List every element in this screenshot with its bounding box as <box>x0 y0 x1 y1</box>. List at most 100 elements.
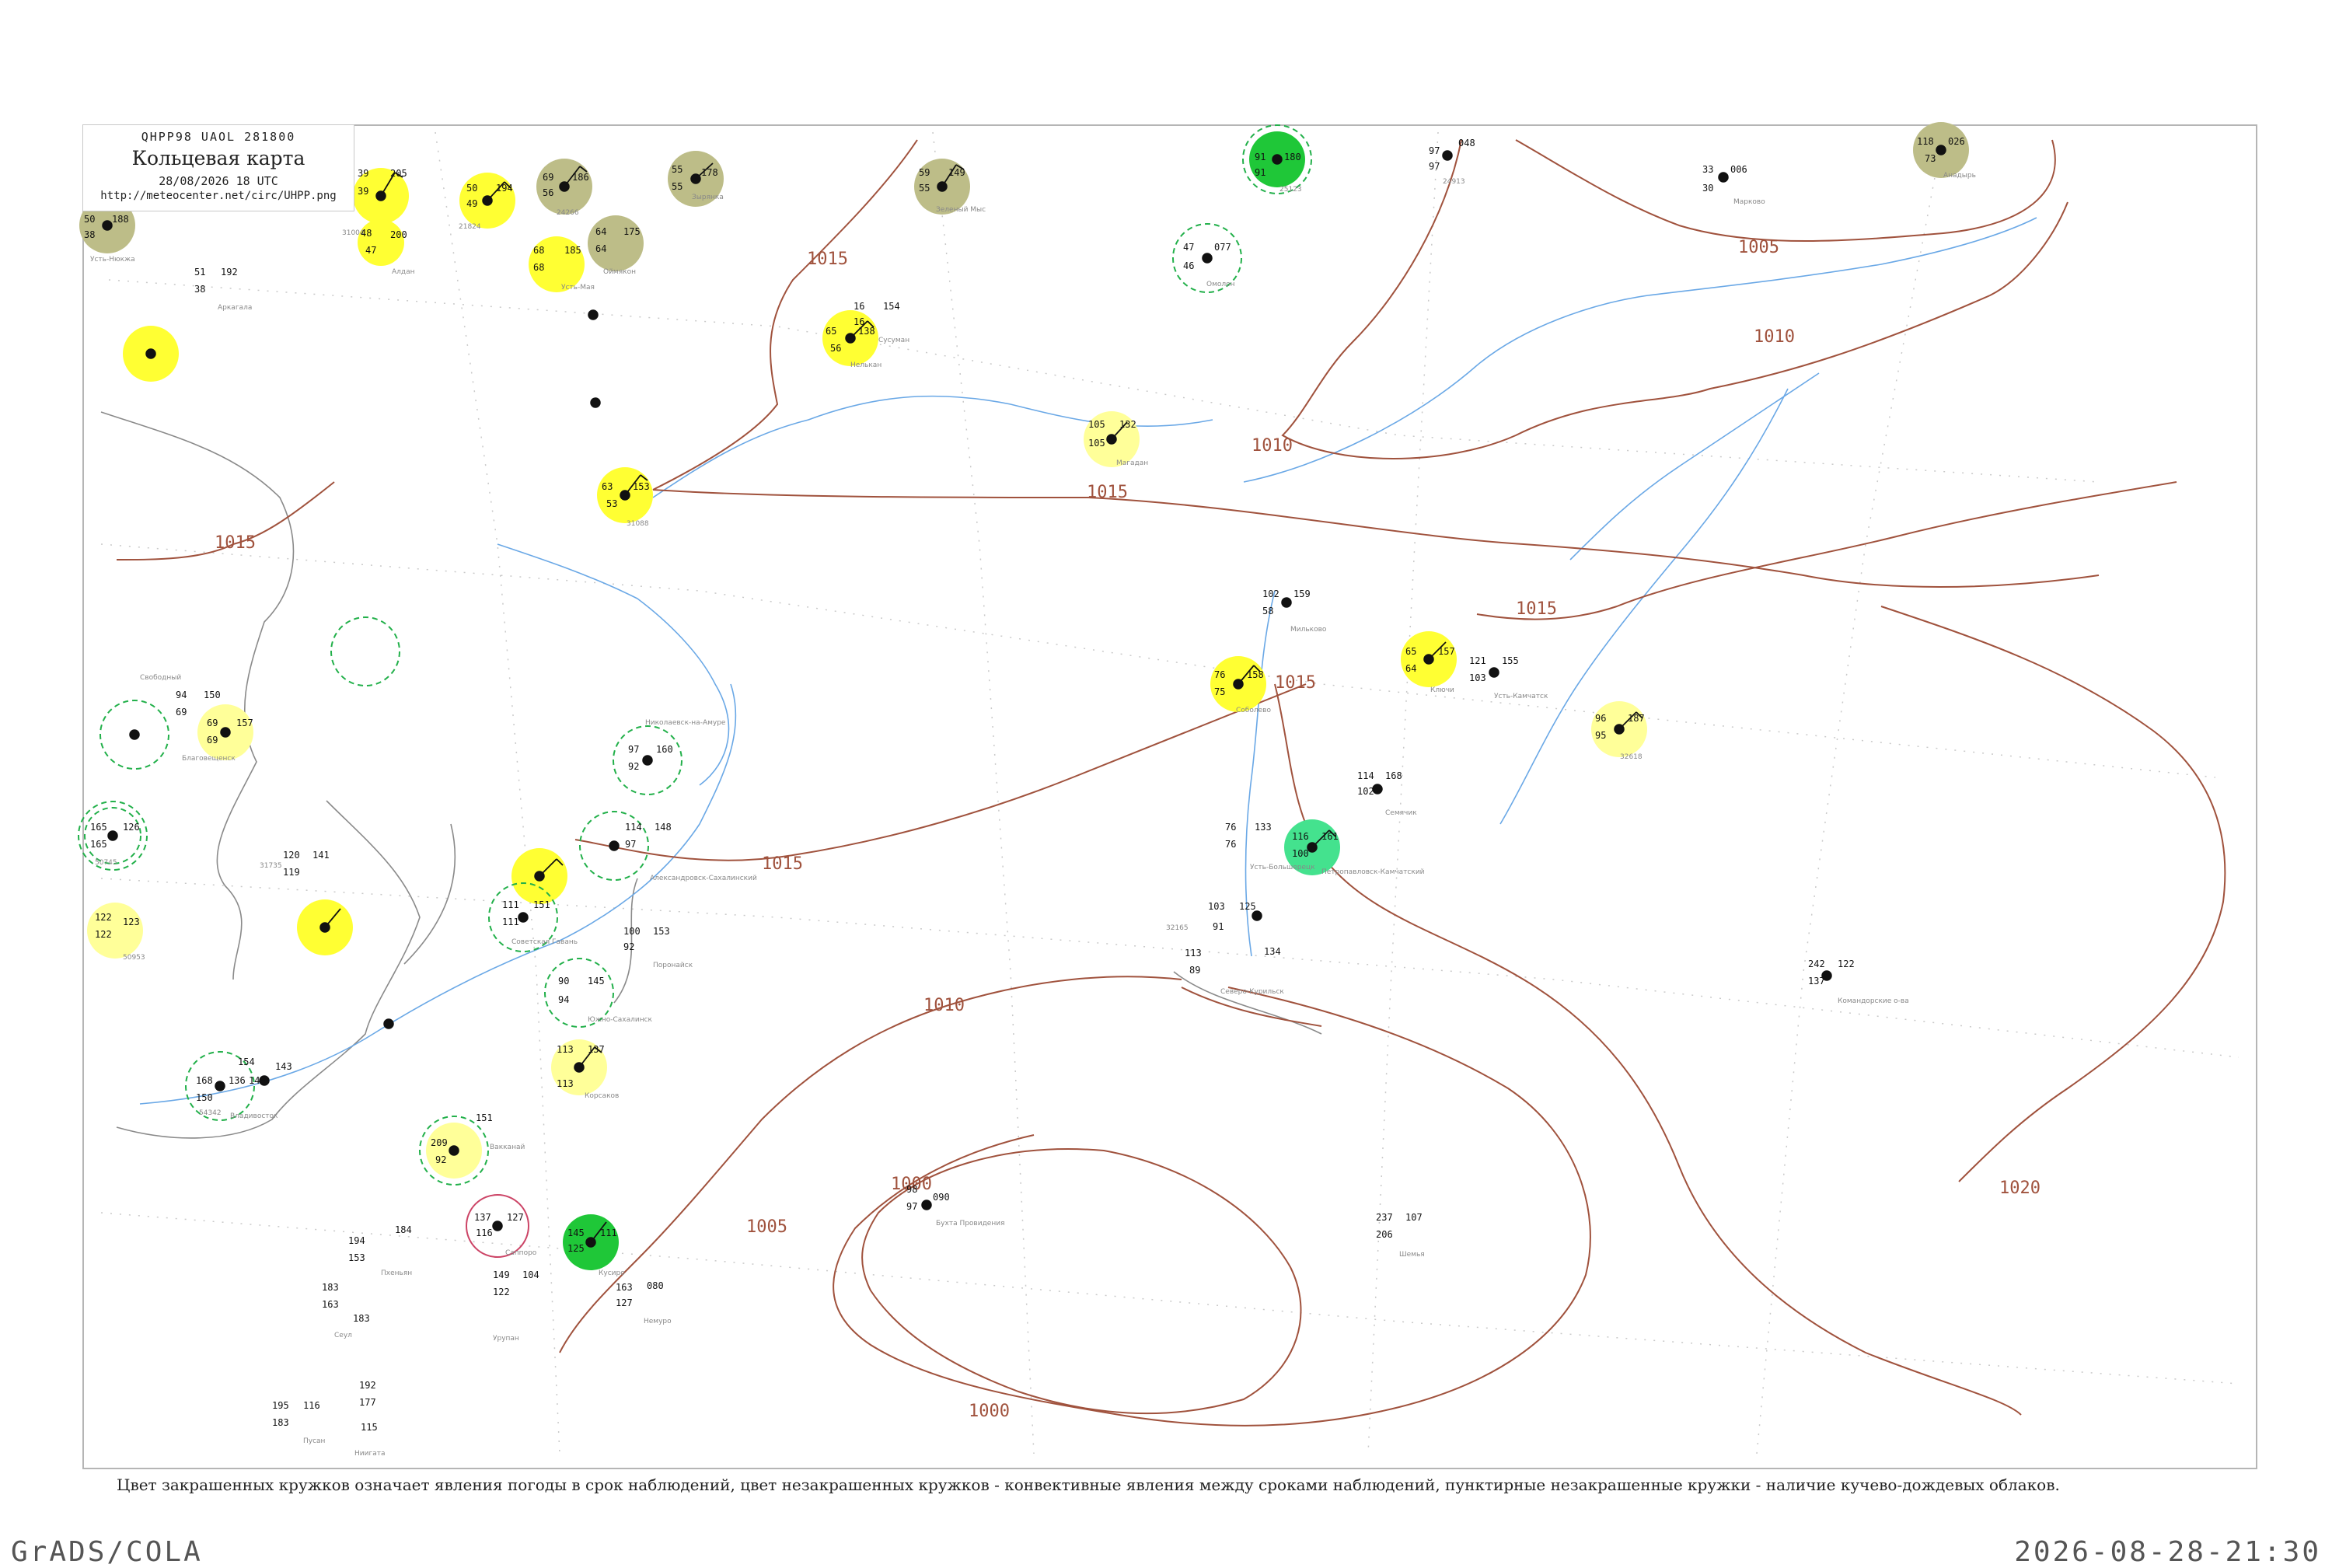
svg-text:25123: 25123 <box>1279 186 1302 194</box>
svg-text:69: 69 <box>176 707 187 718</box>
svg-text:46: 46 <box>1183 260 1194 271</box>
svg-text:119: 119 <box>283 867 300 878</box>
station-shikotan: 125 103 91 32165 <box>1166 901 1256 932</box>
weather-circles <box>79 122 1969 1270</box>
svg-text:026: 026 <box>1948 136 1965 147</box>
svg-text:31088: 31088 <box>627 520 649 528</box>
svg-text:16: 16 <box>854 301 864 312</box>
isobar-label-1015-d: 1015 <box>1516 599 1557 619</box>
svg-text:Усть-Нюкжа: Усть-Нюкжа <box>90 256 135 264</box>
svg-text:168: 168 <box>196 1075 213 1086</box>
svg-text:39: 39 <box>358 186 368 197</box>
svg-text:Владивосток: Владивосток <box>230 1112 278 1120</box>
svg-text:188: 188 <box>112 214 129 225</box>
svg-text:92: 92 <box>628 761 639 772</box>
svg-text:186: 186 <box>572 172 589 183</box>
svg-text:32618: 32618 <box>1620 753 1643 761</box>
svg-text:Саппоро: Саппоро <box>505 1249 537 1257</box>
svg-text:165: 165 <box>90 822 107 833</box>
svg-text:155: 155 <box>1502 655 1519 666</box>
svg-text:Мильково: Мильково <box>1290 626 1327 634</box>
svg-text:114: 114 <box>1357 770 1374 781</box>
svg-text:Советская Гавань: Советская Гавань <box>511 938 578 946</box>
svg-text:168: 168 <box>1385 770 1402 781</box>
station-omolon: 077 47 46 Омолон <box>1183 242 1235 288</box>
svg-text:Ниигата: Ниигата <box>354 1450 385 1458</box>
isobar-label-1010-a: 1010 <box>1252 436 1293 456</box>
svg-text:113: 113 <box>1185 948 1202 959</box>
svg-text:50: 50 <box>84 214 95 225</box>
svg-text:151: 151 <box>476 1112 493 1123</box>
svg-text:64: 64 <box>595 243 606 254</box>
station-yuzhno-sakhalinsk: 145 90 94 Южно-Сахалинск <box>558 976 653 1024</box>
svg-text:122: 122 <box>493 1287 510 1297</box>
svg-text:21824: 21824 <box>459 223 481 231</box>
svg-text:Бухта Провидения: Бухта Провидения <box>936 1220 1005 1228</box>
svg-text:98: 98 <box>906 1184 917 1195</box>
svg-text:Магадан: Магадан <box>1116 459 1148 467</box>
svg-text:113: 113 <box>557 1044 574 1055</box>
svg-text:105: 105 <box>1088 419 1105 430</box>
svg-text:180: 180 <box>1284 152 1301 162</box>
station-dots <box>102 145 1946 1248</box>
svg-text:136: 136 <box>229 1075 246 1086</box>
svg-text:Александровск-Сахалинский: Александровск-Сахалинский <box>650 875 757 882</box>
svg-text:50953: 50953 <box>123 954 145 962</box>
svg-text:39: 39 <box>358 168 368 179</box>
source-url[interactable]: http://meteocenter.net/circ/UHPP.png <box>83 190 354 202</box>
isobar-label-1015-e: 1015 <box>1275 673 1316 693</box>
station-circle-yellow <box>358 219 404 266</box>
svg-text:127: 127 <box>507 1212 524 1223</box>
svg-text:64: 64 <box>595 226 606 237</box>
svg-text:153: 153 <box>653 926 670 937</box>
station-labels: 188 50 38 Усть-Нюкжа 205 39 39 31004 194… <box>84 136 1976 1458</box>
svg-text:161: 161 <box>1321 831 1339 842</box>
svg-text:92: 92 <box>435 1154 446 1165</box>
render-timestamp: 2026-08-28-21:30 <box>2014 1536 2321 1568</box>
svg-text:33: 33 <box>1702 164 1713 175</box>
svg-text:141: 141 <box>312 850 330 861</box>
station-busan: 116 195 183 Пусан <box>272 1400 326 1445</box>
svg-text:94: 94 <box>558 994 569 1005</box>
svg-text:206: 206 <box>1376 1229 1393 1240</box>
svg-text:194: 194 <box>348 1235 365 1246</box>
svg-text:97: 97 <box>1429 161 1440 172</box>
svg-text:153: 153 <box>348 1252 365 1263</box>
svg-text:Зеленый Мыс: Зеленый Мыс <box>936 206 986 214</box>
svg-text:154: 154 <box>238 1056 255 1067</box>
svg-text:205: 205 <box>390 168 407 179</box>
svg-text:183: 183 <box>272 1417 289 1428</box>
isobar-label-1020-a: 1020 <box>1999 1179 2040 1198</box>
svg-text:209: 209 <box>431 1137 448 1148</box>
svg-text:080: 080 <box>647 1280 664 1291</box>
graticule <box>100 131 2239 1455</box>
svg-text:183: 183 <box>322 1282 339 1293</box>
svg-text:97: 97 <box>625 839 636 850</box>
svg-text:53: 53 <box>606 498 617 509</box>
svg-text:Сусуман: Сусуман <box>878 337 909 344</box>
svg-text:Ключи: Ключи <box>1430 686 1454 694</box>
svg-text:51: 51 <box>194 267 205 278</box>
svg-text:38: 38 <box>84 229 95 240</box>
svg-text:Алдан: Алдан <box>392 268 415 276</box>
station-khabarovsk: 141 120 119 31735 <box>260 850 330 878</box>
svg-text:Семячик: Семячик <box>1385 809 1417 817</box>
svg-text:157: 157 <box>1438 646 1455 657</box>
svg-text:157: 157 <box>236 718 253 728</box>
svg-text:149: 149 <box>493 1269 510 1280</box>
svg-text:121: 121 <box>1469 655 1486 666</box>
station-niigata: 115 192 177 Ниигата <box>354 1380 385 1458</box>
svg-text:92: 92 <box>623 941 634 952</box>
svg-text:116: 116 <box>476 1228 493 1238</box>
svg-text:118: 118 <box>1917 136 1934 147</box>
svg-text:30: 30 <box>1702 183 1713 194</box>
svg-text:56: 56 <box>830 343 841 354</box>
svg-text:192: 192 <box>359 1380 376 1391</box>
svg-text:187: 187 <box>1628 713 1645 724</box>
svg-text:95: 95 <box>1595 730 1606 741</box>
svg-text:134: 134 <box>1264 946 1281 957</box>
svg-text:120: 120 <box>283 850 300 861</box>
svg-text:24266: 24266 <box>557 209 579 217</box>
station-poronaysk: 153 100 92 Поронайск <box>623 926 693 969</box>
svg-text:94: 94 <box>176 690 187 700</box>
